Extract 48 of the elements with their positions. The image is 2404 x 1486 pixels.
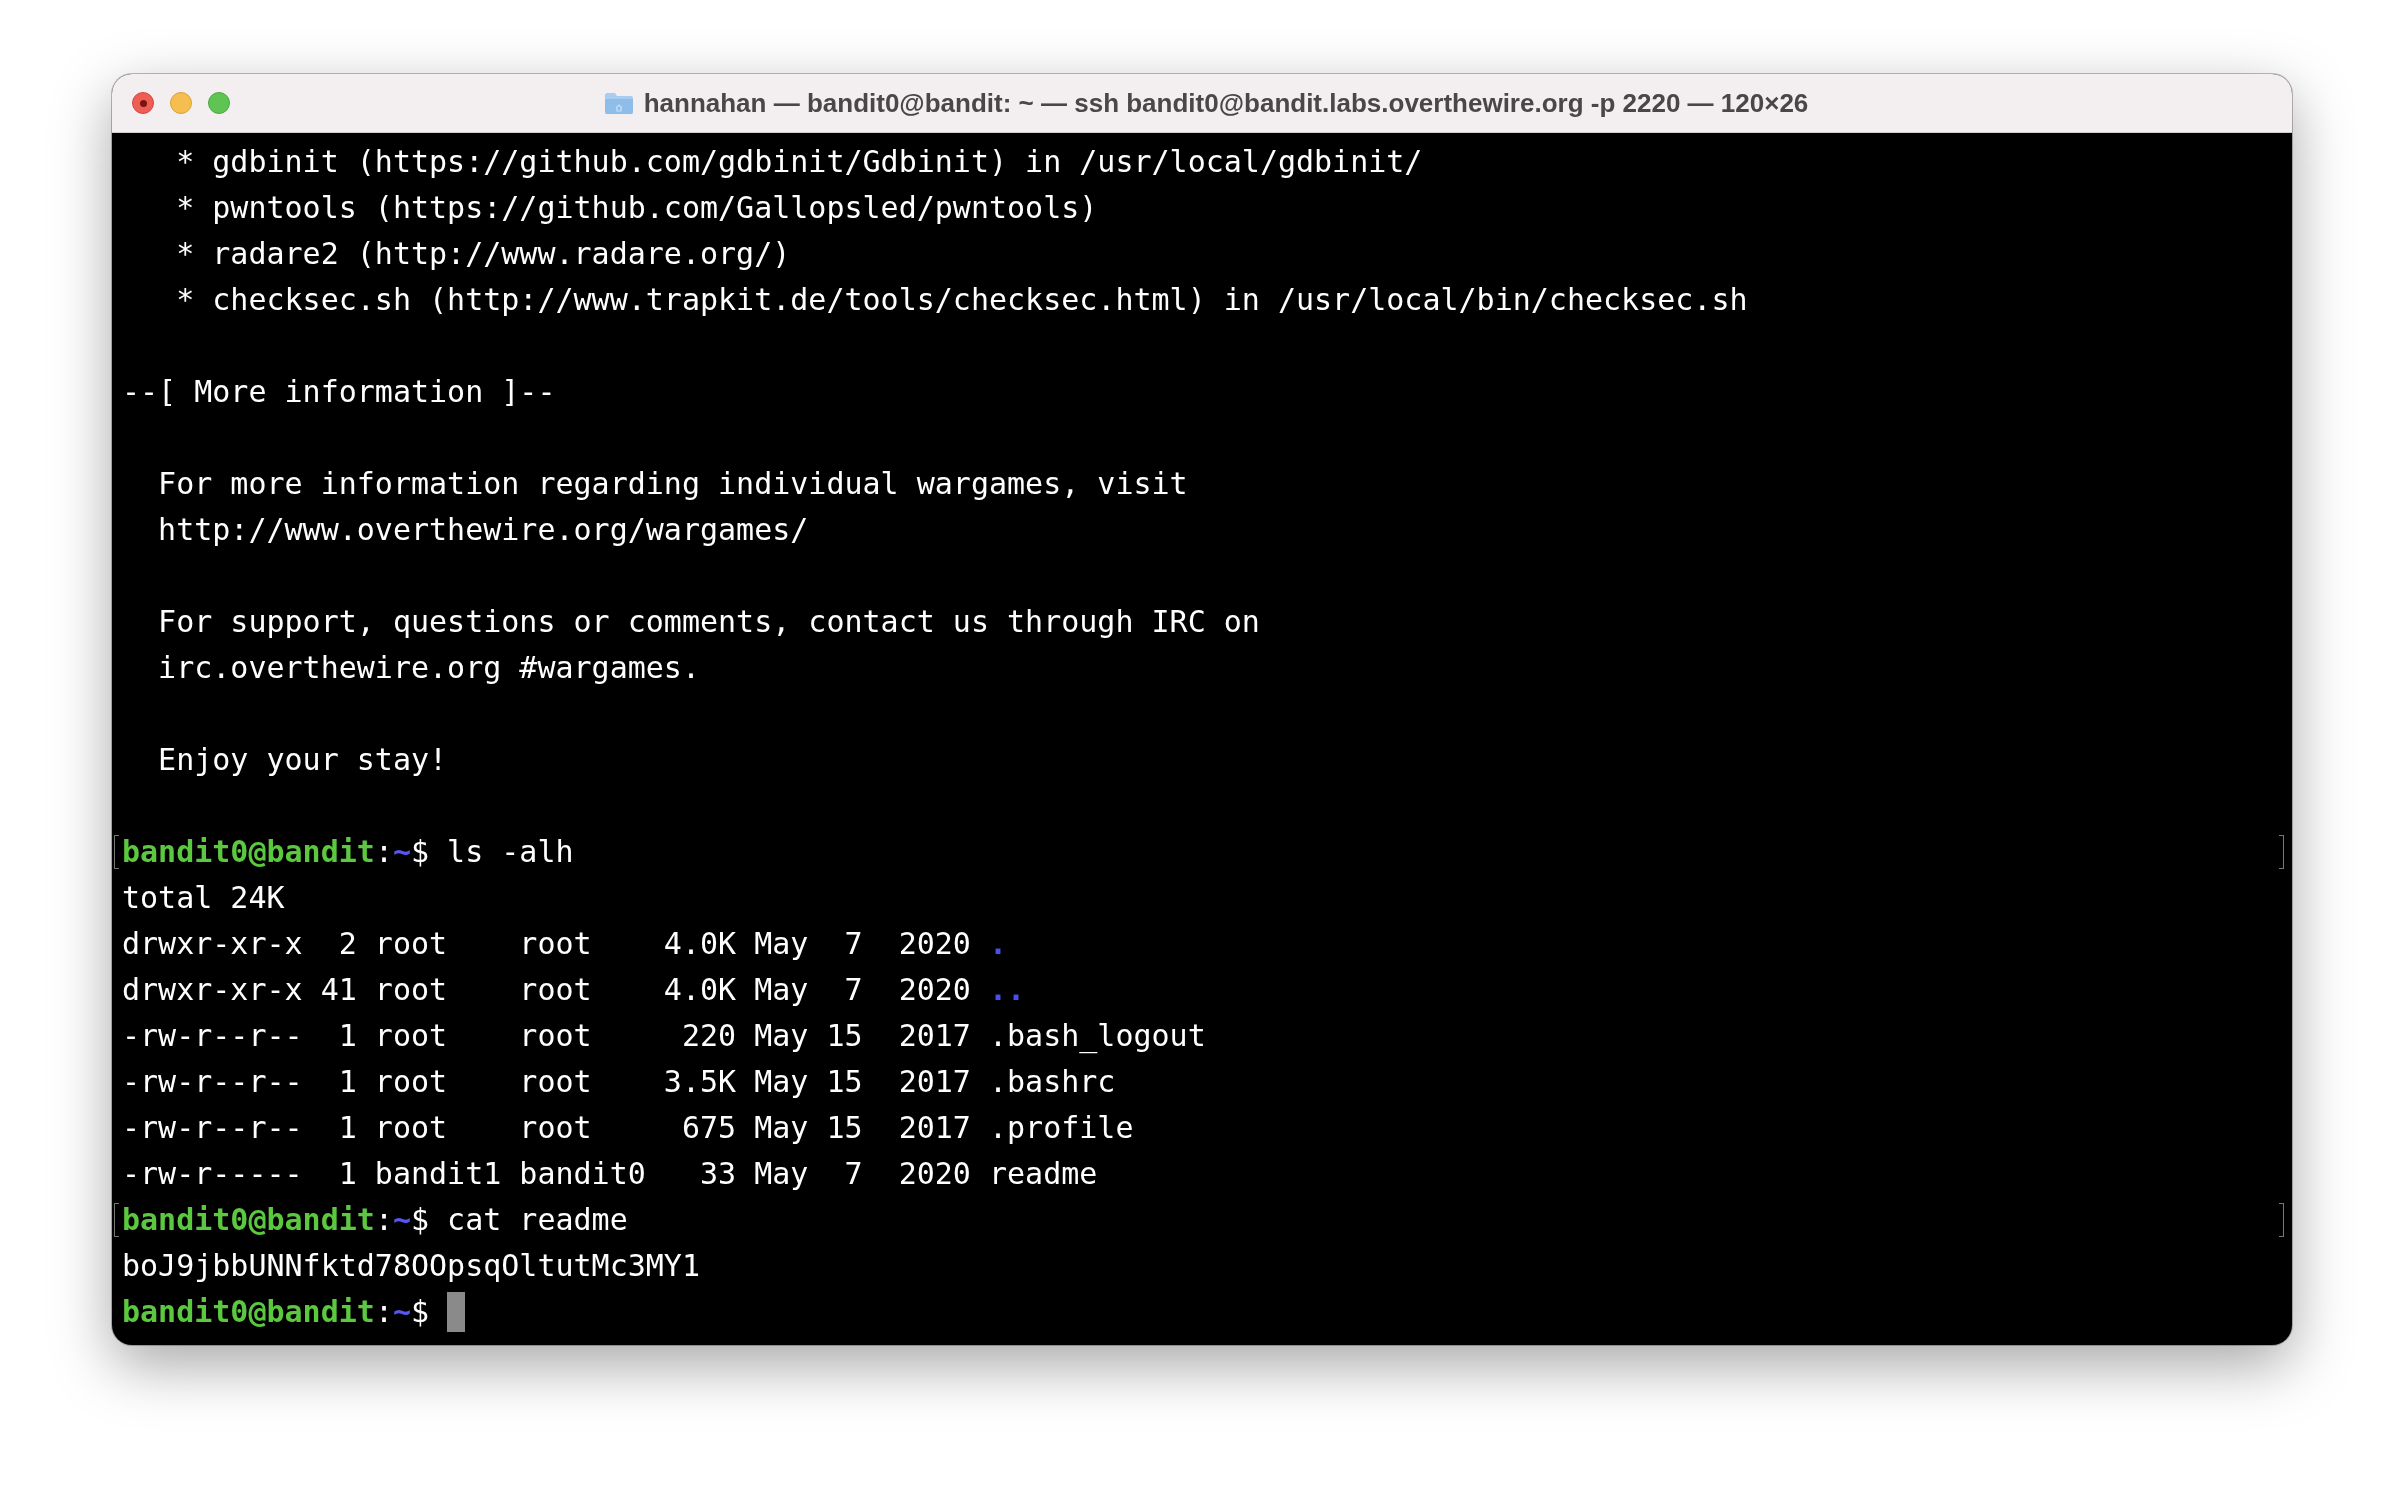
file-name: .. — [988, 971, 1026, 1009]
prompt-user: bandit0@bandit — [122, 1293, 375, 1331]
output-line: http://www.overthewire.org/wargames/ — [157, 511, 809, 549]
prompt-path: ~ — [392, 1201, 411, 1239]
output-line: boJ9jbbUNNfktd78OOpsqOltutMc3MY1 — [122, 1247, 700, 1285]
prompt-symbol: $ — [411, 1293, 430, 1331]
output-line: total 24K — [122, 879, 285, 917]
folder-icon — [603, 91, 634, 115]
zoom-button[interactable] — [208, 92, 230, 114]
prompt-symbol: $ — [411, 833, 430, 871]
prompt-user: bandit0@bandit — [122, 833, 375, 871]
output-line: * radare2 (http://www.radare.org/) — [175, 235, 791, 273]
command-text: cat readme — [447, 1201, 628, 1239]
listing-info: -rw-r--r-- 1 root root 220 May 15 2017 — [122, 1017, 971, 1055]
file-name: .profile — [988, 1109, 1134, 1147]
minimize-button[interactable] — [170, 92, 192, 114]
mark-bracket — [114, 835, 119, 869]
output-line: * pwntools (https://github.com/Gallopsled/pwntools) — [175, 189, 1098, 227]
listing-info: -rw-r--r-- 1 root root 675 May 15 2017 — [122, 1109, 971, 1147]
mark-bracket — [2279, 1203, 2284, 1237]
output-line: irc.overthewire.org #wargames. — [157, 649, 700, 687]
mark-bracket — [2279, 835, 2284, 869]
prompt-path: ~ — [392, 1293, 411, 1331]
prompt-path: ~ — [392, 833, 411, 871]
command-text: ls -alh — [447, 833, 574, 871]
prompt-user: bandit0@bandit — [122, 1201, 375, 1239]
prompt-symbol: $ — [411, 1201, 430, 1239]
output-line: * checksec.sh (http://www.trapkit.de/tools/checksec.html) in /usr/local/bin/checksec.sh — [175, 281, 1748, 319]
file-name: .bashrc — [988, 1063, 1116, 1101]
output-line: --[ More information ]-- — [122, 373, 556, 411]
file-name: . — [988, 925, 1007, 963]
output-line: Enjoy your stay! — [157, 741, 448, 779]
file-name: readme — [988, 1155, 1098, 1193]
prompt-separator: : — [374, 1201, 393, 1239]
text-cursor — [447, 1292, 466, 1332]
listing-info: drwxr-xr-x 41 root root 4.0K May 7 2020 — [122, 971, 971, 1009]
listing-info: -rw-r--r-- 1 root root 3.5K May 15 2017 — [122, 1063, 971, 1101]
file-name: .bash_logout — [988, 1017, 1206, 1056]
window-title: hannahan — bandit0@bandit: ~ — ssh bandit0@bandit.labs.overthewire.org -p 2220 — 120×26 — [643, 87, 1809, 119]
output-line: For support, questions or comments, contact us through IRC on — [157, 603, 1260, 641]
output-line: * gdbinit (https://github.com/gdbinit/Gdbinit) in /usr/local/gdbinit/ — [175, 143, 1423, 181]
output-line: For more information regarding individual wargames, visit — [157, 465, 1188, 503]
mark-bracket — [114, 1203, 119, 1237]
prompt-separator: : — [374, 1293, 393, 1331]
listing-info: drwxr-xr-x 2 root root 4.0K May 7 2020 — [122, 925, 971, 963]
prompt-separator: : — [374, 833, 393, 871]
close-button[interactable] — [132, 92, 154, 114]
listing-info: -rw-r----- 1 bandit1 bandit0 33 May 7 2020 — [122, 1155, 971, 1193]
